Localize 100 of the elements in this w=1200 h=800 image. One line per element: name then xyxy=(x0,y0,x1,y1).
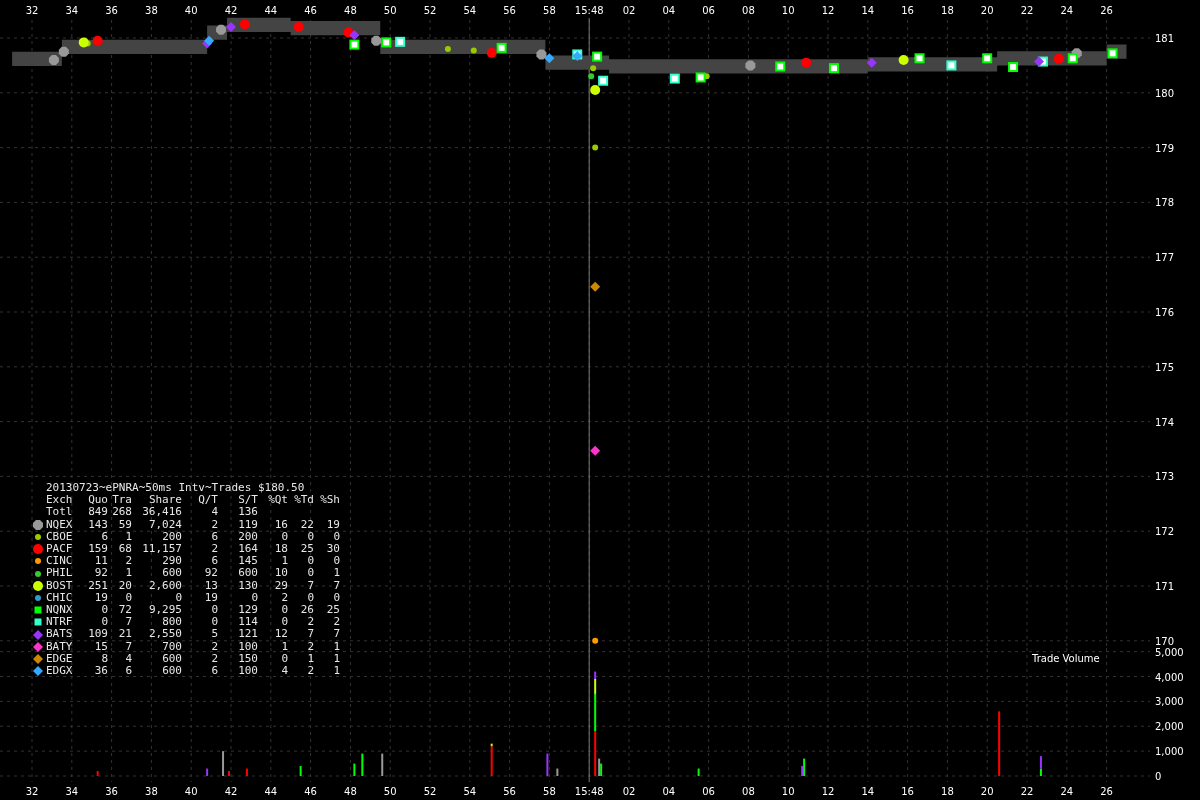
table-cell-text: 8 xyxy=(100,652,108,666)
axis-tick-label: 34 xyxy=(65,786,79,797)
table-cell-text: 251 xyxy=(87,579,108,592)
table-cell-text: 2 xyxy=(306,640,314,653)
trade-marker xyxy=(486,47,497,58)
table-cell-text: 6 xyxy=(210,530,218,543)
table-cell-text: 68 xyxy=(117,543,132,556)
axis-tick-label: 18 xyxy=(941,786,954,797)
table-cell-text: 121 xyxy=(237,628,258,641)
trade-marker xyxy=(598,75,609,86)
table-cell-text: 143 xyxy=(87,518,108,531)
volume-bar xyxy=(245,768,248,776)
trade-marker xyxy=(828,63,839,74)
trade-marker xyxy=(1033,56,1044,67)
column-header: %Sh xyxy=(319,494,340,507)
volume-bar xyxy=(546,753,549,776)
trade-marker xyxy=(444,45,451,52)
axis-tick-label: 179 xyxy=(1155,142,1175,154)
column-header: Quo xyxy=(87,494,108,507)
trade-marker xyxy=(239,19,250,30)
table-cell-text: 1 xyxy=(332,567,340,580)
table-cell-text: 6 xyxy=(210,665,218,678)
table-cell-text: 0 xyxy=(306,530,314,543)
axis-tick-label: 34 xyxy=(65,5,79,16)
axis-tick-label: 171 xyxy=(1155,581,1175,592)
axis-tick-label: 40 xyxy=(184,5,198,16)
table-cell-text: 600 xyxy=(237,567,258,580)
table-cell-text: 150 xyxy=(237,652,258,666)
axis-tick-label: 5,000 xyxy=(1155,648,1184,658)
table-cell-text: 0 xyxy=(306,591,314,605)
table-cell-text: 2 xyxy=(210,640,218,653)
volume-bar xyxy=(361,753,364,776)
table-cell-text: 92 xyxy=(93,567,108,580)
chart-title: Trade Volume xyxy=(1032,653,1100,664)
axis-tick-label: 14 xyxy=(861,786,875,797)
axis-tick-label: 26 xyxy=(1100,786,1113,797)
axis-tick-label: 24 xyxy=(1060,5,1074,16)
trade-marker xyxy=(48,54,59,65)
table-cell-text: 2 xyxy=(332,616,340,629)
table-cell-text: 1 xyxy=(332,652,340,666)
trade-marker xyxy=(226,22,236,33)
table-cell-text: 5 xyxy=(210,628,218,641)
trade-marker xyxy=(293,22,304,33)
axis-tick-label: 50 xyxy=(383,5,397,16)
axis-tick-label: 2,000 xyxy=(1155,721,1184,733)
axis-tick-label: 36 xyxy=(105,786,118,797)
trade-marker xyxy=(592,51,603,62)
axis-tick-label: 18 xyxy=(941,5,954,16)
axis-tick-label: 172 xyxy=(1155,526,1175,538)
trade-marker xyxy=(395,36,406,47)
table-cell-text: 2 xyxy=(210,652,218,666)
axis-tick-label: 56 xyxy=(503,786,516,797)
axis-tick-label: 08 xyxy=(742,786,755,797)
table-cell-text: 100 xyxy=(237,665,258,678)
axis-tick-label: 1,000 xyxy=(1155,746,1184,758)
table-cell-text: 200 xyxy=(161,530,182,543)
trade-marker xyxy=(216,24,227,35)
axis-tick-label: 0 xyxy=(1155,771,1162,782)
axis-tick-label: 181 xyxy=(1155,33,1175,44)
trade-marker xyxy=(866,57,877,68)
axis-tick-label: 10 xyxy=(781,786,795,797)
table-cell-text: 9,295 xyxy=(147,604,182,617)
axis-tick-label: 08 xyxy=(742,5,755,16)
trade-marker xyxy=(371,35,382,46)
axis-tick-label: 12 xyxy=(821,786,835,797)
axis-tick-label: 58 xyxy=(543,786,556,797)
table-cell-text: 0 xyxy=(100,604,108,617)
axis-tick-label: 173 xyxy=(1155,471,1175,483)
axis-tick-label: 06 xyxy=(702,786,715,797)
trade-marker xyxy=(1053,53,1064,64)
column-header: Exch xyxy=(46,494,74,507)
volume-bar xyxy=(96,771,99,776)
table-cell-text: 21 xyxy=(117,628,132,641)
table-cell-text: 119 xyxy=(237,518,258,531)
trade-marker xyxy=(775,61,786,72)
axis-tick-label: 40 xyxy=(184,786,198,797)
trade-marker xyxy=(982,53,993,64)
table-cell-text: 109 xyxy=(87,628,108,641)
axis-tick-label: 04 xyxy=(662,786,676,797)
axis-tick-label: 15:48 xyxy=(574,5,604,16)
table-cell-text: 1 xyxy=(124,567,132,580)
trade-marker xyxy=(349,39,360,50)
table-cell-text: 7 xyxy=(124,640,132,653)
axis-tick-label: 12 xyxy=(821,5,835,16)
table-cell-text: 10 xyxy=(273,567,288,580)
trade-marker xyxy=(349,30,360,41)
table-cell-text: 136 xyxy=(237,506,258,519)
trade-marker xyxy=(496,42,507,53)
axis-tick-label: 54 xyxy=(463,5,477,16)
trade-marker xyxy=(590,445,601,456)
axis-tick-label: 44 xyxy=(264,786,278,797)
axis-tick-label: 50 xyxy=(383,786,397,797)
table-cell-text: 7,024 xyxy=(147,518,182,531)
axis-tick-label: 44 xyxy=(264,5,278,16)
table-cell-text: 849 xyxy=(87,506,108,519)
table-cell-text: 59 xyxy=(117,518,132,531)
table-cell-text: CINC xyxy=(46,555,74,568)
table-cell-text: 11 xyxy=(93,555,108,568)
table-cell-text: BATS xyxy=(46,628,74,641)
table-cell-text: 1 xyxy=(306,652,314,666)
